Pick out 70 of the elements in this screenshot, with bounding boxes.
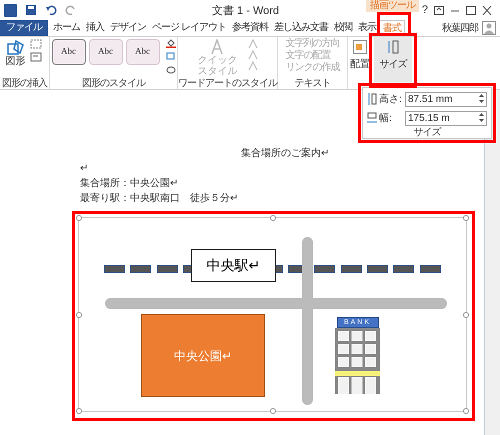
railway-segment <box>367 265 388 273</box>
resize-handle[interactable] <box>76 312 82 318</box>
resize-handle[interactable] <box>463 408 469 414</box>
ribbon-tab[interactable]: 校閲 <box>330 20 355 36</box>
shapes-icon <box>6 39 26 57</box>
scroll-bar[interactable] <box>484 90 500 435</box>
ribbon-tab[interactable]: ホーム <box>50 20 83 36</box>
help-button[interactable]: ? <box>422 2 428 18</box>
railway-segment <box>104 265 125 273</box>
railway-segment <box>130 265 152 273</box>
document-text: 最寄り駅：中央駅南口 徒歩５分↵ <box>80 193 238 204</box>
style-thumbnail[interactable]: Abc <box>52 39 86 65</box>
station-box[interactable]: 中央駅↵ <box>191 249 276 282</box>
style-thumbnail[interactable]: Abc <box>126 39 160 65</box>
save-icon[interactable] <box>25 4 37 16</box>
resize-handle[interactable] <box>76 215 82 221</box>
redo-icon[interactable] <box>65 4 77 16</box>
ribbon-tab[interactable]: 参考資料 <box>228 20 271 36</box>
undo-icon[interactable] <box>45 4 57 16</box>
group-label: サイズ <box>414 128 440 138</box>
maximize-icon[interactable] <box>466 6 476 14</box>
resize-handle[interactable] <box>463 215 469 221</box>
railway-segment <box>156 265 178 273</box>
close-icon[interactable] <box>482 6 492 14</box>
document-text: 集合場所：中央公園↵ <box>80 178 178 189</box>
railway-segment <box>314 265 336 273</box>
height-label: 高さ: <box>379 92 402 106</box>
outline-icon[interactable] <box>166 52 176 61</box>
group-label: 図形の挿入 <box>2 79 47 89</box>
ribbon-tab[interactable]: 差し込み文書 <box>270 20 331 36</box>
railway-segment <box>340 265 362 273</box>
spinner-icon[interactable] <box>479 112 484 122</box>
resize-handle[interactable] <box>270 215 276 221</box>
resize-handle[interactable] <box>463 312 469 318</box>
position-icon <box>353 40 367 54</box>
edit-shape-icon[interactable] <box>30 39 44 49</box>
document-heading: 集合場所のご案内↵ <box>241 146 329 161</box>
position-button[interactable]: 配置 <box>350 60 370 70</box>
ribbon-tab[interactable]: 表示 <box>354 20 379 36</box>
text-box-icon[interactable] <box>30 52 44 62</box>
railway-segment <box>420 265 441 273</box>
group-label: ワードアートのスタイル <box>178 79 277 89</box>
resize-handle[interactable] <box>76 408 82 414</box>
group-label: テキスト <box>294 79 330 89</box>
letter-a-icon <box>210 39 226 55</box>
ribbon-tab[interactable]: デザイン <box>107 20 149 36</box>
ribbon-tab[interactable]: 挿入 <box>83 20 107 36</box>
railway-segment <box>393 265 414 273</box>
size-button[interactable]: サイズ <box>380 60 406 70</box>
style-thumbnail[interactable]: Abc <box>88 39 122 65</box>
window-title: 文書 1 - Word <box>212 4 280 19</box>
shapes-button[interactable]: 図形 <box>6 57 26 67</box>
height-field[interactable]: 87.51 mm <box>405 92 487 106</box>
group-label: 図形のスタイル <box>82 79 145 89</box>
ribbon-tab[interactable]: ファイル <box>0 20 48 36</box>
width-field[interactable]: 175.15 m <box>405 110 487 126</box>
ribbon-display-icon[interactable] <box>434 6 444 14</box>
resize-handle[interactable] <box>270 408 276 414</box>
building-drawing <box>335 328 380 394</box>
effects-icon[interactable] <box>166 65 176 74</box>
size-icon <box>386 40 400 54</box>
ribbon-tab[interactable]: ページ レイアウト <box>149 20 229 36</box>
user-name[interactable]: 秋葉四郎 <box>442 20 478 36</box>
spinner-icon[interactable] <box>479 92 484 104</box>
fill-icon[interactable] <box>166 39 176 48</box>
document-text: ↵ <box>80 163 88 174</box>
width-label: 幅: <box>379 112 392 126</box>
context-tab-label: 描画ツール <box>366 0 419 12</box>
width-icon <box>367 112 377 124</box>
height-icon <box>367 93 377 105</box>
